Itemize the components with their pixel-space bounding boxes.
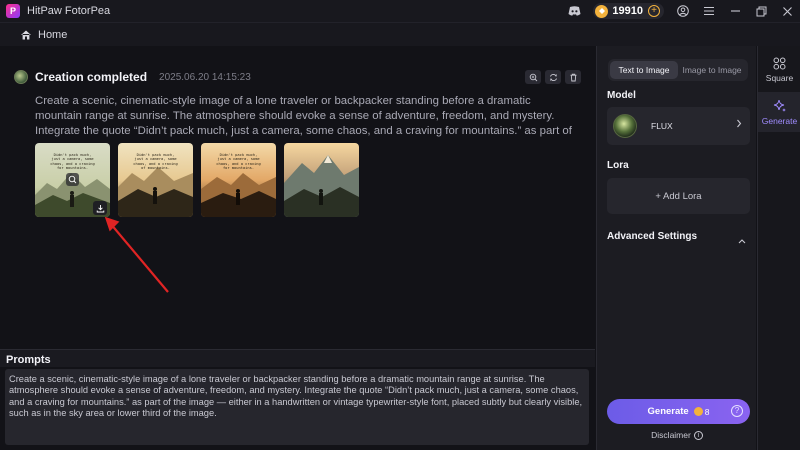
main-area: Creation completed 2025.06.20 14:15:23 C… bbox=[0, 46, 595, 346]
model-thumbnail bbox=[613, 114, 637, 138]
title-bar: P HitPaw FotorPea 19910 + bbox=[0, 0, 800, 22]
zoom-button[interactable] bbox=[66, 173, 79, 186]
result-image-3[interactable]: Didn't pack much, just a camera, some ch… bbox=[201, 143, 276, 217]
generate-label: Generate bbox=[647, 406, 689, 417]
rail-item-generate[interactable]: Generate bbox=[758, 92, 800, 132]
rail-label-generate: Generate bbox=[761, 115, 798, 126]
chevron-right-icon bbox=[736, 119, 742, 131]
reuse-button[interactable] bbox=[525, 70, 541, 84]
minimize-icon[interactable] bbox=[722, 0, 748, 22]
mode-toggle: Text to Image Image to Image bbox=[608, 59, 748, 81]
add-coins-button[interactable]: + bbox=[648, 5, 660, 17]
sparkle-icon bbox=[773, 99, 786, 112]
app-title: HitPaw FotorPea bbox=[27, 5, 111, 17]
thumb-quote: Didn't pack much, just a camera, some ch… bbox=[216, 153, 261, 170]
coin-icon bbox=[595, 4, 609, 18]
app-logo: P bbox=[6, 4, 20, 18]
creation-header: Creation completed 2025.06.20 14:15:23 bbox=[14, 70, 251, 84]
creation-avatar bbox=[14, 70, 28, 84]
prompts-header: Prompts bbox=[0, 349, 595, 367]
info-icon: i bbox=[693, 431, 703, 441]
download-button[interactable] bbox=[93, 201, 107, 215]
discord-icon[interactable] bbox=[561, 0, 587, 22]
rail-label-square: Square bbox=[765, 73, 794, 83]
side-rail: Square Generate bbox=[757, 46, 800, 450]
help-icon[interactable]: ? bbox=[731, 405, 743, 417]
model-name: FLUX bbox=[651, 121, 673, 131]
tab-text-to-image[interactable]: Text to Image bbox=[610, 61, 678, 79]
regenerate-button[interactable] bbox=[545, 70, 561, 84]
advanced-settings-label[interactable]: Advanced Settings bbox=[607, 231, 697, 242]
trash-icon bbox=[570, 73, 576, 81]
delete-button[interactable] bbox=[565, 70, 581, 84]
thumb-quote: Didn't pack much, just a camera, some ch… bbox=[133, 153, 178, 170]
download-icon bbox=[96, 204, 104, 212]
generate-cost: 8 bbox=[704, 406, 710, 417]
titlebar-controls: 19910 + bbox=[561, 0, 800, 22]
model-label: Model bbox=[607, 90, 636, 101]
thumb-quote: Didn't pack much, just a camera, some ch… bbox=[50, 153, 95, 170]
add-lora-button[interactable]: + Add Lora bbox=[607, 178, 750, 214]
generation-panel: Text to Image Image to Image Model FLUX … bbox=[596, 46, 756, 450]
generate-button[interactable]: Generate 8 ? bbox=[607, 399, 750, 424]
result-image-4[interactable] bbox=[284, 143, 359, 217]
disclaimer-link[interactable]: Disclaimer i bbox=[597, 430, 757, 441]
creation-actions bbox=[525, 70, 581, 84]
reuse-icon bbox=[529, 73, 537, 81]
result-image-2[interactable]: Didn't pack much, just a camera, some ch… bbox=[118, 143, 193, 217]
creation-title: Creation completed bbox=[35, 70, 148, 84]
menu-icon[interactable] bbox=[696, 0, 722, 22]
disclaimer-label: Disclaimer bbox=[651, 430, 691, 440]
creation-timestamp: 2025.06.20 14:15:23 bbox=[159, 71, 251, 83]
breadcrumb: Home bbox=[0, 22, 800, 46]
prompts-label: Prompts bbox=[6, 354, 51, 366]
square-grid-icon bbox=[773, 57, 786, 70]
chevron-up-icon[interactable] bbox=[738, 236, 746, 246]
result-thumbnails: Didn't pack much, just a camera, some ch… bbox=[35, 143, 359, 217]
model-selector[interactable]: FLUX bbox=[607, 107, 750, 145]
close-icon[interactable] bbox=[774, 0, 800, 22]
rail-item-square[interactable]: Square bbox=[758, 50, 800, 90]
home-icon[interactable] bbox=[20, 29, 32, 41]
tab-image-to-image[interactable]: Image to Image bbox=[678, 61, 746, 79]
prompt-preview: Create a scenic, cinematic-style image o… bbox=[35, 95, 572, 137]
coin-icon bbox=[693, 407, 703, 416]
lora-label: Lora bbox=[607, 160, 629, 171]
home-link[interactable]: Home bbox=[38, 29, 67, 41]
coin-balance[interactable]: 19910 + bbox=[593, 3, 664, 19]
zoom-icon bbox=[68, 175, 77, 184]
user-icon[interactable] bbox=[670, 0, 696, 22]
restore-icon[interactable] bbox=[748, 0, 774, 22]
refresh-icon bbox=[549, 73, 557, 81]
coin-count: 19910 bbox=[612, 5, 643, 17]
prompts-text[interactable]: Create a scenic, cinematic-style image o… bbox=[5, 369, 589, 445]
